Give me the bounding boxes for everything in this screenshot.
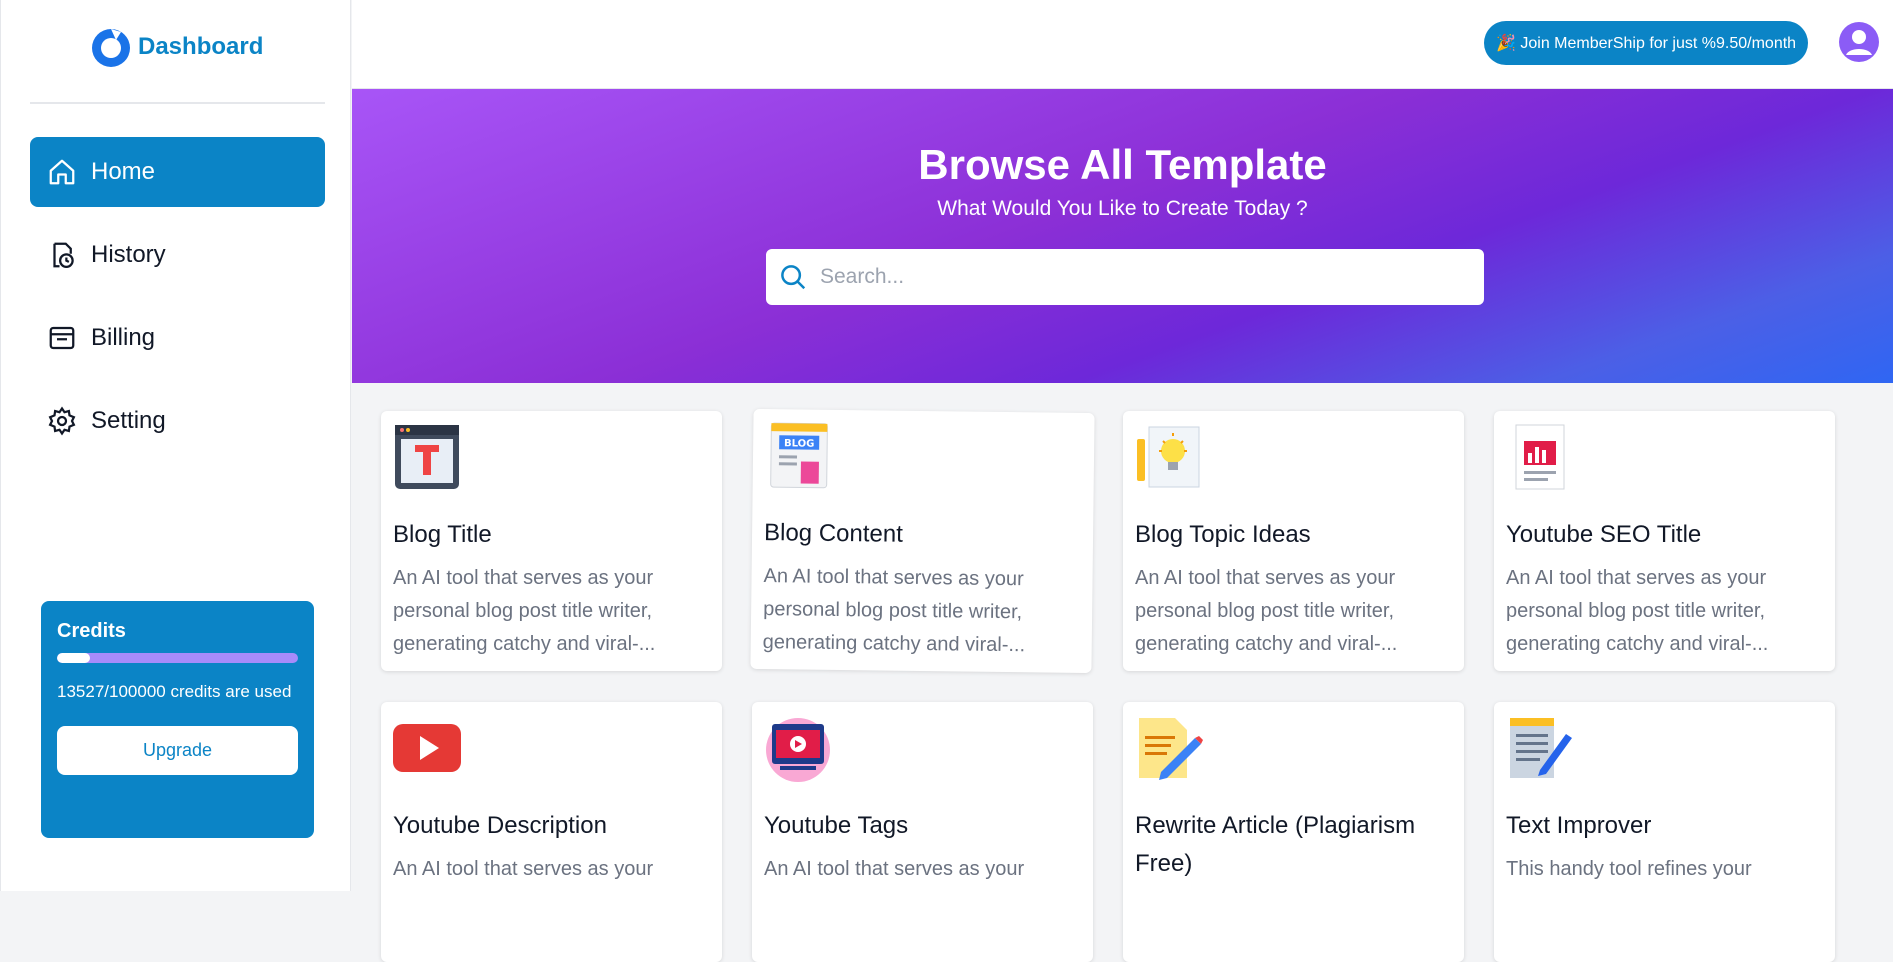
search-input[interactable] [818,264,1462,290]
template-description: An AI tool that serves as your personal … [1135,567,1398,655]
wallet-icon [49,326,75,350]
sidebar-item-label: Home [91,158,156,185]
membership-button[interactable]: 🎉 Join MemberShip for just %9.50/month [1484,21,1809,65]
template-card-text-improver[interactable]: Text Improver This handy tool refines yo… [1494,702,1835,962]
template-description: An AI tool that serves as your personal … [393,567,656,655]
sidebar-item-label: Billing [91,324,156,351]
template-title: Blog Title [393,521,492,548]
template-title: Youtube Description [393,812,607,839]
sidebar: Dashboard Home History Billing Setting C… [0,0,351,891]
credits-panel: Credits 13527/100000 credits are used Up… [41,601,314,838]
top-header: 🎉 Join MemberShip for just %9.50/month [352,0,1893,89]
template-title: Youtube Tags [764,812,909,839]
sidebar-item-billing[interactable]: Billing [30,303,325,373]
svg-text:BLOG: BLOG [784,438,814,449]
template-card-youtube-seo-title[interactable]: Youtube SEO Title An AI tool that serves… [1494,411,1835,671]
brand[interactable]: Dashboard [90,26,263,68]
divider [30,102,325,104]
template-description: An AI tool that serves as your personal … [1506,567,1769,655]
logo-icon [92,29,130,67]
template-description: An AI tool that serves as your [764,858,1025,880]
credits-progress-fill [57,653,90,663]
template-title: Youtube SEO Title [1506,521,1702,548]
home-icon [49,159,75,185]
template-description: An AI tool that serves as your personal … [762,565,1026,657]
template-title: Rewrite Article (Plagiarism Free) [1135,812,1416,877]
gear-icon [48,406,76,436]
template-card-youtube-description[interactable]: Youtube Description An AI tool that serv… [381,702,722,962]
avatar[interactable] [1839,22,1879,62]
hero-banner: Browse All Template What Would You Like … [352,89,1893,383]
blog-title-icon [395,425,459,489]
sidebar-item-home[interactable]: Home [30,137,325,207]
lightbulb-icon [1137,426,1200,488]
credits-progress-bar [57,653,298,663]
sidebar-item-label: Setting [91,407,166,434]
template-card-rewrite-article[interactable]: Rewrite Article (Plagiarism Free) [1123,702,1464,962]
blog-content-icon: BLOG [770,422,828,489]
brand-name: Dashboard [138,33,264,60]
sidebar-item-setting[interactable]: Setting [30,386,325,456]
template-card-blog-title[interactable]: Blog Title An AI tool that serves as you… [381,411,722,671]
template-card-blog-topic-ideas[interactable]: Blog Topic Ideas An AI tool that serves … [1123,411,1464,671]
sidebar-nav: Home History Billing Setting [30,137,325,469]
template-card-blog-content[interactable]: BLOG Blog Content An AI tool that serves… [750,408,1095,674]
template-description: This handy tool refines your [1506,858,1752,880]
template-card-youtube-tags[interactable]: Youtube Tags An AI tool that serves as y… [752,702,1093,962]
template-title: Blog Topic Ideas [1135,521,1311,548]
credits-usage-text: 13527/100000 credits are used [57,682,292,701]
credits-title: Credits [57,620,126,642]
upgrade-button[interactable]: Upgrade [57,726,298,775]
page-subtitle: What Would You Like to Create Today ? [937,197,1308,220]
video-tags-icon [766,718,830,782]
page-title: Browse All Template [918,141,1327,188]
template-description: An AI tool that serves as your [393,858,654,880]
history-icon [53,242,74,268]
template-title: Blog Content [763,519,904,548]
template-title: Text Improver [1506,812,1652,839]
notepad-pen-icon [1510,718,1572,778]
search-icon [781,265,806,290]
search-box [766,249,1484,305]
seo-chart-icon [1515,424,1565,490]
sidebar-item-history[interactable]: History [30,220,325,290]
youtube-icon [393,724,461,772]
pencil-document-icon [1139,718,1203,780]
sidebar-item-label: History [91,241,166,268]
